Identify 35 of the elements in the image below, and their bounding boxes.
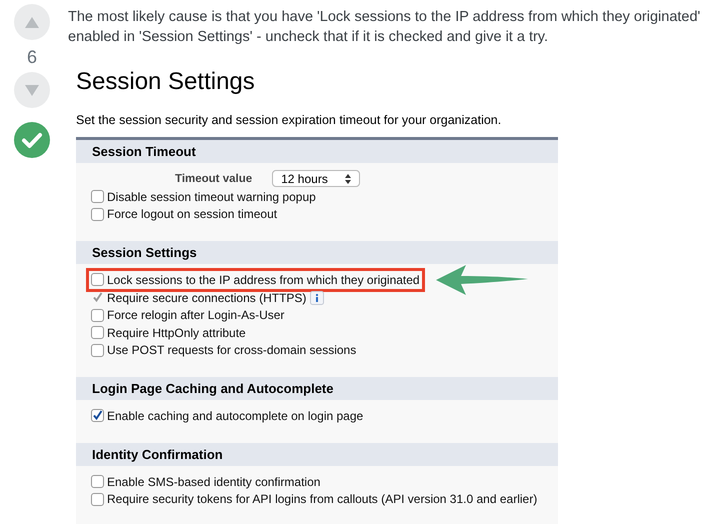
page-description: Set the session security and session expiration timeout for your organization. xyxy=(76,112,502,128)
checkbox[interactable] xyxy=(91,326,104,340)
section-header: Login Page Caching and Autocomplete xyxy=(76,377,558,400)
checkbox-label: Enable caching and autocomplete on login page xyxy=(107,408,364,423)
answer-text: The most likely cause is that you have 'Lock sessions to the IP address from which they originated' enabled in 'Session Settings' - uncheck that if it is checked and give it a try. xyxy=(68,8,702,47)
section-header: Session Settings xyxy=(76,241,558,264)
downvote-button[interactable] xyxy=(14,72,50,108)
vote-count: 6 xyxy=(26,47,37,67)
checkbox-label: Force logout on session timeout xyxy=(107,207,278,222)
checkbox-label: Require secure connections (HTTPS) xyxy=(107,290,306,305)
timeout-dropdown[interactable]: 12 hours xyxy=(272,170,360,187)
field-label: Timeout value xyxy=(175,172,252,184)
up-triangle-icon xyxy=(25,16,39,28)
down-triangle-icon xyxy=(25,84,39,96)
checkbox[interactable] xyxy=(91,273,104,286)
page-title: Session Settings xyxy=(76,67,256,97)
checkbox[interactable] xyxy=(91,190,104,204)
checkbox-label: Require security tokens for API logins from callouts (API version 31.0 and earlier) xyxy=(107,492,538,506)
checkbox-label: Force relogin after Login-As-User xyxy=(107,308,284,322)
checkbox-label: Disable session timeout warning popup xyxy=(107,190,316,204)
checkbox-label: Lock sessions to the IP address from which they originated xyxy=(107,272,420,287)
checkbox[interactable] xyxy=(91,308,104,322)
checkbox[interactable] xyxy=(91,208,104,221)
upvote-button[interactable] xyxy=(14,4,50,40)
checkbox-label: Enable SMS-based identity confirmation xyxy=(107,474,320,489)
checkbox-label: Require HttpOnly attribute xyxy=(107,326,246,340)
section-header: Identity Confirmation xyxy=(76,442,558,466)
checkbox[interactable] xyxy=(91,409,104,422)
stepper-arrows-icon xyxy=(345,174,352,184)
checkbox[interactable] xyxy=(91,492,104,506)
checkbox-label: Use POST requests for cross-domain sessions xyxy=(107,343,356,358)
arrow-icon xyxy=(436,264,528,295)
checkbox[interactable] xyxy=(91,475,104,488)
checkbox[interactable] xyxy=(91,344,104,357)
section-header: Session Timeout xyxy=(76,140,558,163)
